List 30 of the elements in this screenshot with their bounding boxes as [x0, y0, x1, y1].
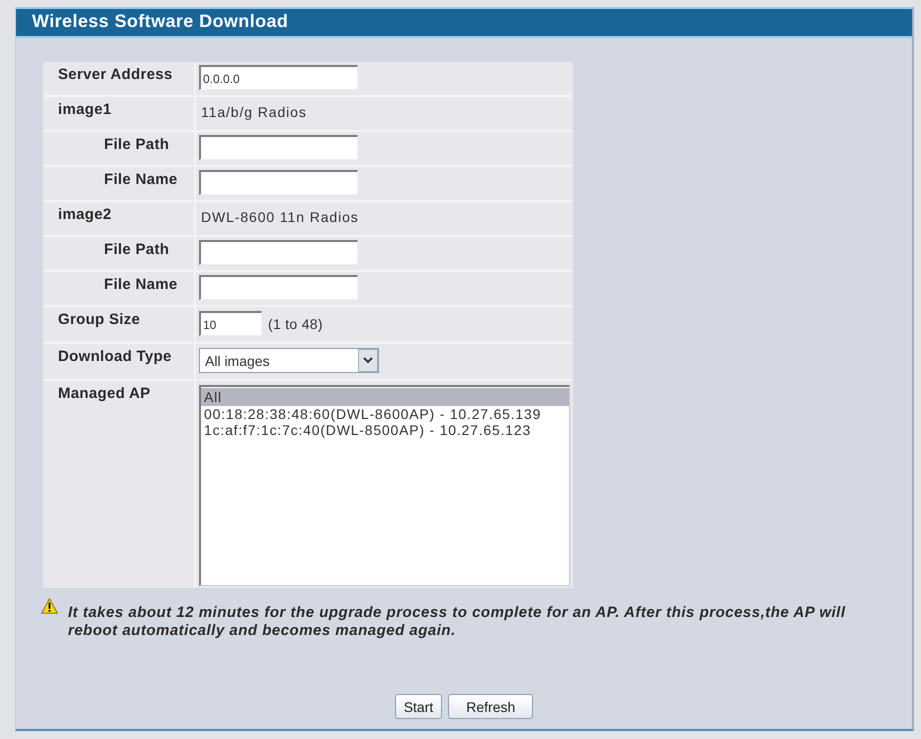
text-input[interactable]: [199, 275, 358, 300]
dropdown-select[interactable]: All images: [199, 348, 379, 373]
chevron-down-icon: [358, 349, 378, 372]
warning-message: It takes about 12 minutes for the upgrade process to complete for an AP. After this process,the AP will reboot automatically and becomes managed again.: [68, 604, 846, 640]
text-input[interactable]: [199, 240, 358, 265]
list-option[interactable]: 1c:af:f7:1c:7c:40(DWL-8500AP) - 10.27.65.123: [201, 422, 569, 438]
field-label: File Name: [43, 272, 194, 305]
text-input[interactable]: [199, 170, 358, 195]
list-option[interactable]: 00:18:28:38:48:60(DWL-8600AP) - 10.27.65.139: [201, 406, 569, 422]
warning-icon: [41, 598, 58, 614]
field-label: Managed AP: [43, 381, 194, 588]
field-label: image2: [43, 202, 194, 235]
panel-title: Wireless Software Download: [16, 7, 912, 38]
list-option[interactable]: All: [201, 388, 569, 406]
text-input[interactable]: [199, 135, 358, 160]
field-label: File Name: [43, 167, 194, 200]
access-point-listbox[interactable]: All 00:18:28:38:48:60(DWL-8600AP) - 10.27.65.139 1c:af:f7:1c:7c:40(DWL-8500AP) - 10.27.65.123: [199, 385, 570, 586]
field-label: File Path: [43, 132, 194, 165]
field-label: image1: [43, 97, 194, 130]
action-button[interactable]: Refresh: [448, 694, 534, 719]
field-label: Download Type: [43, 344, 194, 379]
number-input[interactable]: 10: [199, 311, 262, 336]
field-label: Group Size: [43, 307, 194, 342]
range-hint: (1 to 48): [268, 316, 323, 332]
text-input[interactable]: 0.0.0.0: [199, 65, 358, 90]
field-label: File Path: [43, 237, 194, 270]
field-label: Server Address: [43, 62, 194, 95]
field-value: DWL-8600 11n Radios: [196, 202, 573, 235]
action-button[interactable]: Start: [394, 694, 442, 719]
field-value: 11a/b/g Radios: [196, 97, 573, 130]
